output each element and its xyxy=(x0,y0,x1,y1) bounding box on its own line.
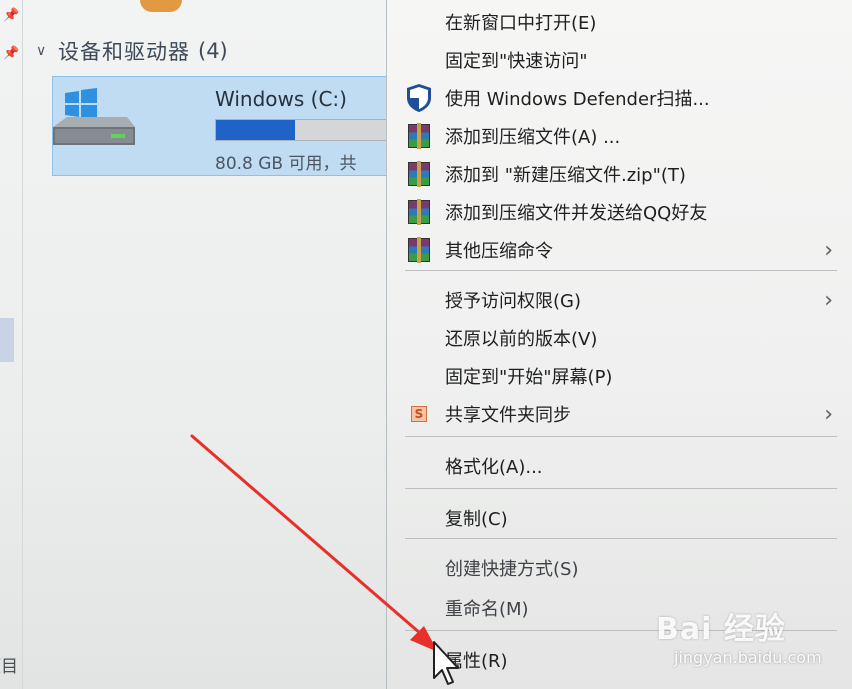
menu-item-label: 使用 Windows Defender扫描... xyxy=(445,89,710,110)
menu-item-label: 重命名(M) xyxy=(445,599,529,620)
menu-item-label: 共享文件夹同步 xyxy=(445,405,571,426)
menu-item-label: 授予访问权限(G) xyxy=(445,291,581,312)
menu-icon-placeholder xyxy=(405,504,433,532)
menu-item[interactable]: 其他压缩命令 › xyxy=(405,232,835,268)
hard-drive-icon xyxy=(53,88,135,145)
menu-item[interactable]: 授予访问权限(G) › xyxy=(405,282,835,318)
explorer-pane: 📌 📌 项目 ∨ 设备和驱动器 (4) Windows (C:) xyxy=(0,0,415,689)
menu-item-label: 在新窗口中打开(E) xyxy=(445,13,597,34)
menu-item-label: 添加到 "新建压缩文件.zip"(T) xyxy=(445,165,686,186)
winrar-icon xyxy=(405,122,433,150)
group-header-devices[interactable]: ∨ 设备和驱动器 (4) xyxy=(36,36,228,66)
drive-usage-bar xyxy=(215,119,415,141)
menu-icon-placeholder xyxy=(405,324,433,352)
folder-icon-fragment xyxy=(140,0,182,12)
winrar-icon xyxy=(408,161,430,187)
menu-separator xyxy=(405,436,837,437)
pin-icon[interactable]: 📌 xyxy=(3,46,19,61)
menu-icon-placeholder xyxy=(405,362,433,390)
chevron-down-icon[interactable]: ∨ xyxy=(36,43,58,59)
menu-item-label: 添加到压缩文件并发送给QQ好友 xyxy=(445,203,708,224)
menu-item-label: 固定到"开始"屏幕(P) xyxy=(445,367,613,388)
defender-shield-icon xyxy=(405,84,433,112)
menu-item-label: 固定到"快速访问" xyxy=(445,51,588,72)
sync-s-icon: S xyxy=(405,400,433,428)
menu-item[interactable]: 复制(C) xyxy=(405,500,835,536)
menu-item[interactable]: 固定到"开始"屏幕(P) xyxy=(405,358,835,394)
menu-item-label: 其他压缩命令 xyxy=(445,241,553,262)
menu-icon-placeholder xyxy=(405,46,433,74)
menu-icon-placeholder xyxy=(405,452,433,480)
watermark-url: jingyan.baidu.com xyxy=(674,648,822,667)
drive-free-space: 80.8 GB 可用，共 xyxy=(215,154,357,174)
menu-item-label: 格式化(A)... xyxy=(445,457,543,478)
menu-separator xyxy=(405,270,837,271)
chevron-right-icon: › xyxy=(824,287,833,313)
menu-icon-placeholder xyxy=(405,554,433,582)
menu-item[interactable]: 还原以前的版本(V) xyxy=(405,320,835,356)
winrar-icon xyxy=(408,237,430,263)
menu-item[interactable]: 添加到压缩文件(A) ... xyxy=(405,118,835,154)
mouse-cursor-icon xyxy=(433,641,459,685)
menu-item-label: 添加到压缩文件(A) ... xyxy=(445,127,621,148)
menu-item[interactable]: S 共享文件夹同步 › xyxy=(405,396,835,432)
group-title: 设备和驱动器 xyxy=(58,40,190,64)
chevron-right-icon: › xyxy=(824,237,833,263)
winrar-icon xyxy=(408,199,430,225)
drive-usage-fill xyxy=(216,120,296,140)
menu-separator xyxy=(405,488,837,489)
menu-item[interactable]: 在新窗口中打开(E) xyxy=(405,4,835,40)
chevron-right-icon: › xyxy=(824,401,833,427)
baidu-jingyan-watermark: Bai 经验 jingyan.baidu.com xyxy=(650,596,846,676)
drive-name: Windows (C:) xyxy=(215,87,347,111)
winrar-icon xyxy=(408,123,430,149)
menu-icon-placeholder xyxy=(405,8,433,36)
menu-item-label: 复制(C) xyxy=(445,509,508,530)
drive-tile-c[interactable]: Windows (C:) 80.8 GB 可用，共 xyxy=(52,76,415,176)
nav-item-label[interactable]: 项目 xyxy=(0,652,18,677)
menu-item[interactable]: 固定到"快速访问" xyxy=(405,42,835,78)
menu-icon-placeholder xyxy=(405,286,433,314)
pin-icon[interactable]: 📌 xyxy=(3,8,19,23)
menu-item-label: 创建快捷方式(S) xyxy=(445,559,579,580)
menu-item-label: 还原以前的版本(V) xyxy=(445,329,598,350)
nav-selected-item[interactable] xyxy=(0,318,14,362)
menu-item[interactable]: 创建快捷方式(S) xyxy=(405,550,835,586)
navigation-pane: 📌 📌 项目 xyxy=(0,0,23,689)
winrar-icon xyxy=(405,236,433,264)
sync-s-icon: S xyxy=(411,406,427,422)
defender-shield-icon xyxy=(407,84,431,112)
winrar-icon xyxy=(405,198,433,226)
menu-icon-placeholder xyxy=(405,594,433,622)
group-count: (4) xyxy=(198,39,228,63)
menu-item[interactable]: 使用 Windows Defender扫描... xyxy=(405,80,835,116)
menu-item[interactable]: 添加到压缩文件并发送给QQ好友 xyxy=(405,194,835,230)
context-menu: 在新窗口中打开(E) 固定到"快速访问" 使用 Windows Defender扫描… xyxy=(386,0,852,689)
menu-icon-placeholder xyxy=(405,646,433,674)
watermark-logo: Bai 经验 xyxy=(656,612,786,647)
menu-item[interactable]: 添加到 "新建压缩文件.zip"(T) xyxy=(405,156,835,192)
menu-item[interactable]: 格式化(A)... xyxy=(405,448,835,484)
menu-separator xyxy=(405,538,837,539)
winrar-icon xyxy=(405,160,433,188)
